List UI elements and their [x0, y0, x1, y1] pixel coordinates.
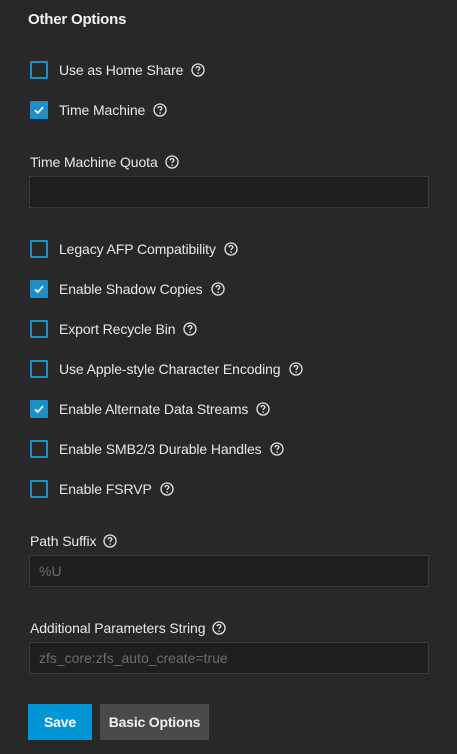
- basic-options-button[interactable]: Basic Options: [100, 704, 209, 740]
- help-circle-icon[interactable]: [164, 155, 179, 169]
- home-share-checkbox[interactable]: [30, 61, 48, 79]
- help-circle-icon[interactable]: [256, 402, 270, 416]
- save-button[interactable]: Save: [28, 704, 92, 740]
- durable-handles-label[interactable]: Enable SMB2/3 Durable Handles: [59, 441, 262, 457]
- checkmark-icon: [34, 285, 44, 294]
- option-shadow-copies: Enable Shadow Copies: [30, 279, 225, 299]
- path-suffix-input[interactable]: [29, 555, 429, 587]
- durable-handles-checkbox[interactable]: [30, 440, 48, 458]
- help-circle-icon[interactable]: [210, 282, 225, 296]
- aux-params-label-text: Additional Parameters String: [30, 620, 206, 636]
- help-circle-icon[interactable]: [191, 63, 206, 77]
- option-apple-encoding: Use Apple-style Character Encoding: [30, 359, 303, 379]
- time-machine-checkbox[interactable]: [30, 101, 48, 119]
- checkmark-icon: [34, 405, 44, 414]
- checkmark-icon: [34, 106, 44, 115]
- option-home-share: Use as Home Share: [30, 60, 206, 80]
- time-machine-label[interactable]: Time Machine: [59, 102, 145, 118]
- shadow-copies-label[interactable]: Enable Shadow Copies: [59, 281, 203, 297]
- help-circle-icon[interactable]: [224, 242, 238, 256]
- apple-encoding-label[interactable]: Use Apple-style Character Encoding: [59, 361, 281, 377]
- help-circle-icon[interactable]: [183, 322, 198, 336]
- tm-quota-input[interactable]: [29, 176, 429, 208]
- option-alt-streams: Enable Alternate Data Streams: [30, 399, 270, 419]
- option-fsrvp: Enable FSRVP: [30, 479, 174, 499]
- alt-streams-checkbox[interactable]: [30, 400, 48, 418]
- apple-encoding-checkbox[interactable]: [30, 360, 48, 378]
- help-circle-icon[interactable]: [288, 362, 303, 376]
- help-circle-icon[interactable]: [103, 534, 118, 548]
- shadow-copies-checkbox[interactable]: [30, 280, 48, 298]
- recycle-bin-checkbox[interactable]: [30, 320, 48, 338]
- aux-params-input[interactable]: [29, 642, 429, 674]
- legacy-afp-label[interactable]: Legacy AFP Compatibility: [59, 241, 216, 257]
- other-options-panel: Other Options Use as Home Share Time Mac…: [0, 0, 457, 754]
- help-circle-icon[interactable]: [153, 103, 167, 117]
- fsrvp-checkbox[interactable]: [30, 480, 48, 498]
- option-legacy-afp: Legacy AFP Compatibility: [30, 239, 238, 259]
- alt-streams-label[interactable]: Enable Alternate Data Streams: [59, 401, 248, 417]
- section-title: Other Options: [28, 11, 127, 28]
- fsrvp-label[interactable]: Enable FSRVP: [59, 481, 152, 497]
- tm-quota-label-text: Time Machine Quota: [30, 154, 158, 170]
- help-circle-icon[interactable]: [160, 482, 174, 496]
- option-durable-handles: Enable SMB2/3 Durable Handles: [30, 439, 284, 459]
- aux-params-label: Additional Parameters String: [30, 618, 227, 638]
- tm-quota-label: Time Machine Quota: [30, 152, 179, 172]
- legacy-afp-checkbox[interactable]: [30, 240, 48, 258]
- help-circle-icon[interactable]: [212, 621, 227, 635]
- option-time-machine: Time Machine: [30, 100, 167, 120]
- recycle-bin-label[interactable]: Export Recycle Bin: [59, 321, 176, 337]
- path-suffix-label: Path Suffix: [30, 531, 118, 551]
- path-suffix-label-text: Path Suffix: [30, 533, 97, 549]
- option-recycle-bin: Export Recycle Bin: [30, 319, 198, 339]
- help-circle-icon[interactable]: [269, 442, 284, 456]
- home-share-label[interactable]: Use as Home Share: [59, 62, 183, 78]
